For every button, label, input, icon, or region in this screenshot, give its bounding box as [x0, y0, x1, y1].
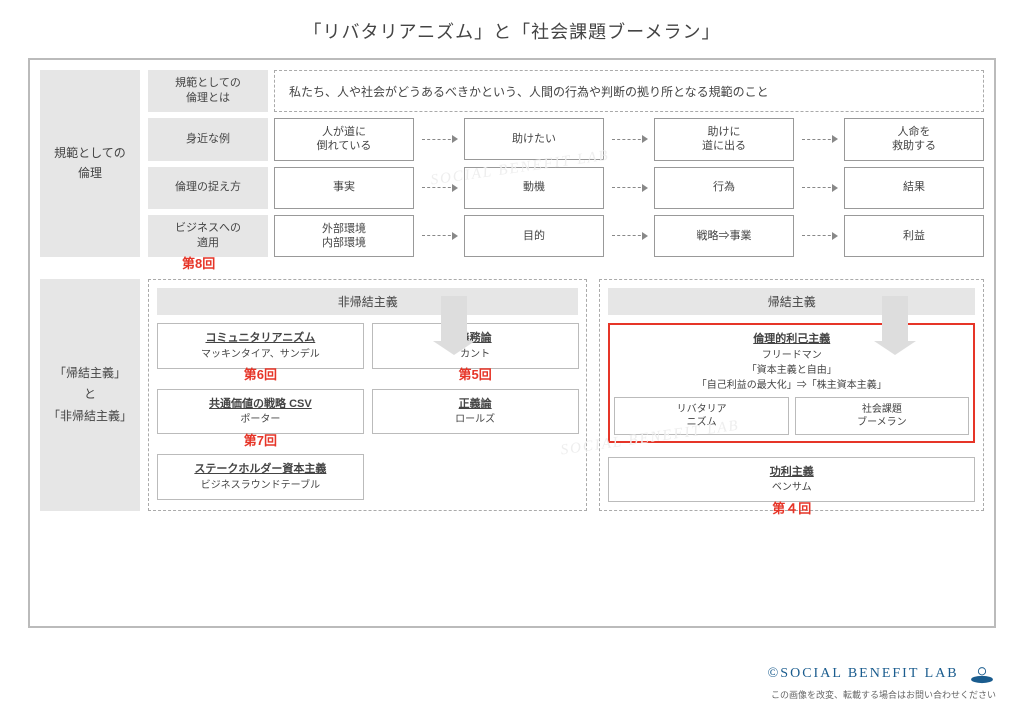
lesson-number: 第7回 — [244, 431, 277, 451]
row-label: 身近な例 — [148, 118, 268, 161]
flow-box: 行為 — [654, 167, 794, 209]
flow-box: 人が道に 倒れている — [274, 118, 414, 161]
arrow-icon — [604, 187, 654, 188]
theory-card: コミュニタリアニズムマッキンタイア、サンデル第6回 — [157, 323, 364, 369]
ethics-definition: 私たち、人や社会がどうあるべきかという、人間の行為や判断の拠り所となる規範のこと — [274, 70, 984, 112]
subtopic: 社会課題 ブーメラン — [795, 397, 969, 435]
arrow-icon — [414, 187, 464, 188]
down-arrow-icon — [441, 296, 467, 342]
theory-card-highlighted: 倫理的利己主義 フリードマン 「資本主義と自由」 「自己利益の最大化」⇒「株主資… — [608, 323, 975, 443]
lesson-number: 第6回 — [244, 365, 277, 385]
non-consequentialism-group: 非帰結主義 コミュニタリアニズムマッキンタイア、サンデル第6回 共通価値の戦略 … — [148, 279, 587, 511]
footer: ©SOCIAL BENEFIT LAB この画像を改変、転載する場合はお問い合わ… — [768, 664, 996, 701]
flow-box: 結果 — [844, 167, 984, 209]
flow-box: 目的 — [464, 215, 604, 257]
subtopic: リバタリア ニズム — [614, 397, 788, 435]
lesson-number: 第8回 — [182, 255, 215, 273]
arrow-icon — [604, 139, 654, 140]
arrow-icon — [794, 187, 844, 188]
flow-box: 助けたい — [464, 118, 604, 160]
theory-card: ステークホルダー資本主義ビジネスラウンドテーブル — [157, 454, 364, 500]
side-label-2: 「帰結主義」 と 「非帰結主義」 — [40, 279, 140, 511]
brand-label: ©SOCIAL BENEFIT LAB — [768, 666, 959, 681]
arrow-icon — [794, 235, 844, 236]
row-label: ビジネスへの 適用 第8回 — [148, 215, 268, 258]
page-title: 「リバタリアニズム」と「社会課題ブーメラン」 — [28, 18, 996, 44]
arrow-icon — [604, 235, 654, 236]
section-consequentialism: 「帰結主義」 と 「非帰結主義」 非帰結主義 コミュニタリアニズムマッキンタイア… — [40, 279, 984, 511]
flow-box: 利益 — [844, 215, 984, 257]
row-label: 規範としての 倫理とは — [148, 70, 268, 112]
section-ethics-norm: 規範としての 倫理 規範としての 倫理とは 私たち、人や社会がどうあるべきかとい… — [40, 70, 984, 257]
group-header: 非帰結主義 — [157, 288, 578, 315]
down-arrow-icon — [882, 296, 908, 342]
diagram-frame: 規範としての 倫理 規範としての 倫理とは 私たち、人や社会がどうあるべきかとい… — [28, 58, 996, 628]
lesson-number: 第5回 — [459, 365, 492, 385]
flow-box: 戦略⇒事業 — [654, 215, 794, 257]
side-label-1: 規範としての 倫理 — [40, 70, 140, 257]
group-header: 帰結主義 — [608, 288, 975, 315]
theory-card: 共通価値の戦略 CSVポーター第7回 — [157, 389, 364, 435]
row-label: 倫理の捉え方 — [148, 167, 268, 209]
flow-box: 動機 — [464, 167, 604, 209]
flow-box: 人命を 救助する — [844, 118, 984, 161]
arrow-icon — [414, 139, 464, 140]
theory-card: 正義論ロールズ — [372, 389, 579, 435]
arrow-icon — [414, 235, 464, 236]
flow-box: 助けに 道に出る — [654, 118, 794, 161]
theory-card: 義務論カント第5回 — [372, 323, 579, 369]
arrow-icon — [794, 139, 844, 140]
lesson-number: 第４回 — [772, 499, 811, 519]
flow-box: 事実 — [274, 167, 414, 209]
flow-box: 外部環境 内部環境 — [274, 215, 414, 258]
brand-logo-icon — [968, 664, 996, 684]
consequentialism-group: 帰結主義 倫理的利己主義 フリードマン 「資本主義と自由」 「自己利益の最大化」… — [599, 279, 984, 511]
footer-note: この画像を改変、転載する場合はお問い合わせください — [768, 688, 996, 701]
theory-card: 功利主義ベンサム第４回 — [608, 457, 975, 503]
